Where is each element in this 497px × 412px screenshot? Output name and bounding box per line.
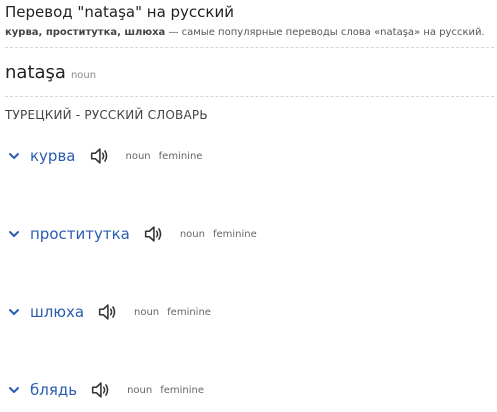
gender-label: feminine xyxy=(212,228,257,240)
chevron-down-icon[interactable] xyxy=(5,147,23,165)
part-of-speech-label: noun xyxy=(127,384,153,396)
speaker-icon[interactable] xyxy=(96,301,118,323)
part-of-speech-label: noun xyxy=(179,228,205,240)
speaker-icon[interactable] xyxy=(89,379,111,401)
translation-entry: курва noun feminine xyxy=(5,145,210,167)
translation-word-link[interactable]: проститутка xyxy=(30,225,130,243)
headword: nataşa xyxy=(5,62,66,83)
page-title: Перевод "nataşa" на русский xyxy=(5,3,234,21)
top-translations: курва, проститутка, шлюха xyxy=(5,27,166,38)
gender-label: feminine xyxy=(160,384,205,396)
part-of-speech-label: noun xyxy=(134,306,160,318)
gender-label: feminine xyxy=(158,150,203,162)
divider xyxy=(5,96,494,97)
speaker-icon[interactable] xyxy=(88,145,110,167)
gender-label: feminine xyxy=(167,306,211,318)
chevron-down-icon[interactable] xyxy=(5,303,23,321)
translation-word-link[interactable]: курва xyxy=(30,147,76,165)
translation-word-link[interactable]: блядь xyxy=(30,381,77,399)
part-of-speech-label: noun xyxy=(125,150,151,162)
translation-entry: шлюха noun feminine xyxy=(5,301,219,323)
translation-entry: блядь noun feminine xyxy=(5,379,212,401)
headword-row: nataşa noun xyxy=(5,62,96,83)
subtitle-description: — самые популярные переводы слова «nataş… xyxy=(165,27,485,38)
translation-word-link[interactable]: шлюха xyxy=(30,303,84,321)
page-subtitle: курва, проститутка, шлюха — самые популя… xyxy=(5,27,485,38)
dictionary-title: ТУРЕЦКИЙ - РУССКИЙ СЛОВАРЬ xyxy=(5,108,208,122)
chevron-down-icon[interactable] xyxy=(5,225,23,243)
speaker-icon[interactable] xyxy=(142,223,164,245)
headword-part-of-speech: noun xyxy=(70,70,97,81)
divider xyxy=(5,47,494,48)
translation-entry: проститутка noun feminine xyxy=(5,223,265,245)
chevron-down-icon[interactable] xyxy=(5,381,23,399)
